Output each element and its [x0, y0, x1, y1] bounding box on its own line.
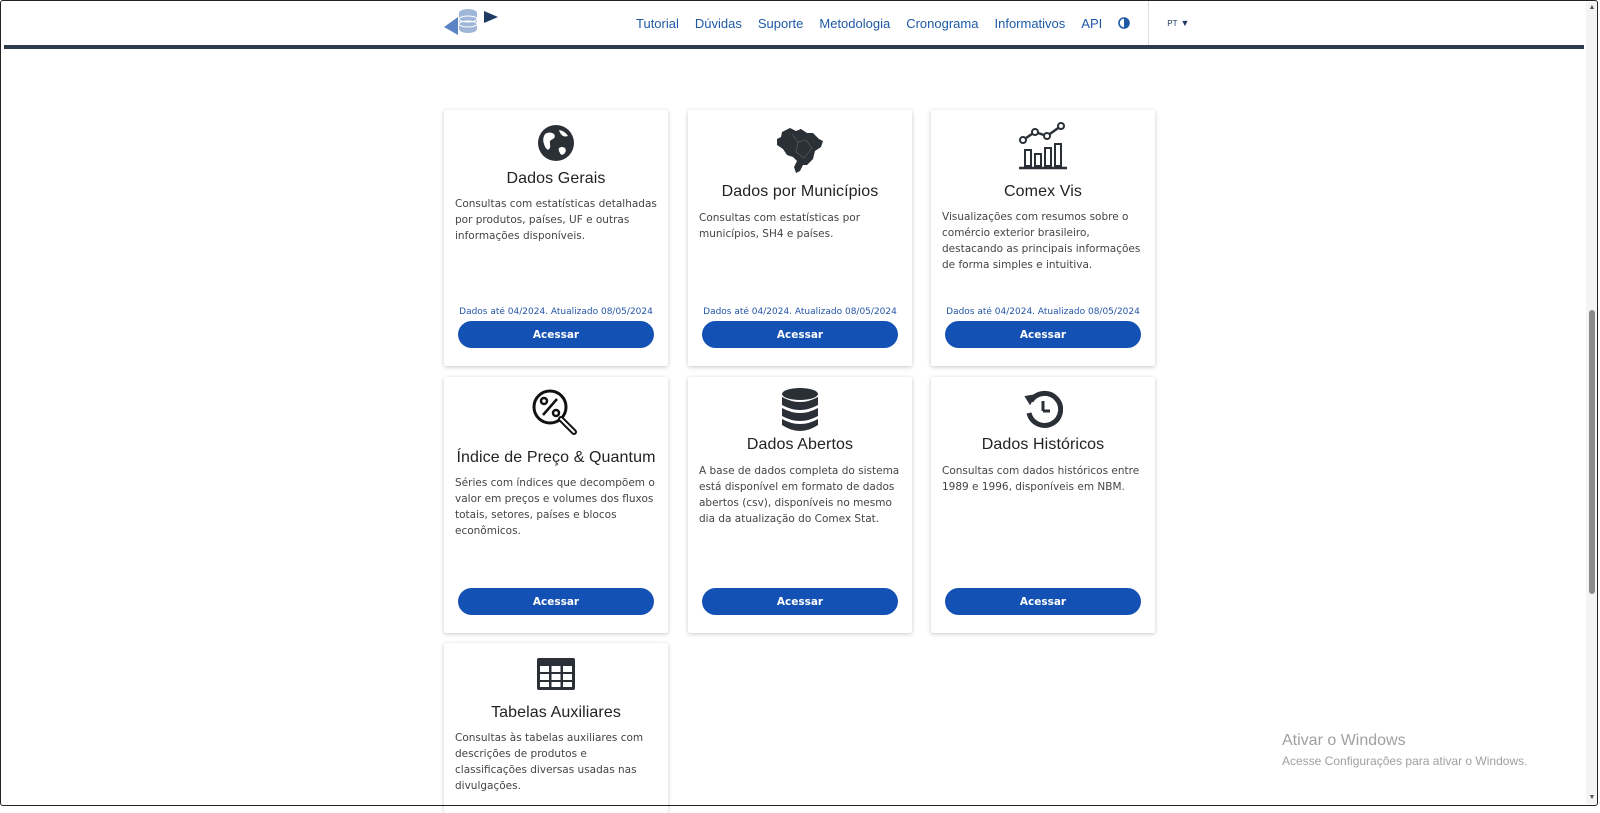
nav-divider: [1148, 1, 1150, 45]
card-dados-por-municipios: Dados por Municípios Consultas com estat…: [688, 110, 912, 366]
card-title: Dados Históricos: [981, 436, 1105, 453]
scroll-up-arrow-icon[interactable]: ▲: [1586, 2, 1598, 14]
acessar-button[interactable]: Acessar: [702, 321, 898, 348]
table-icon: [444, 657, 668, 691]
database-icon: [688, 387, 912, 433]
card-dados-gerais: Dados Gerais Consultas com estatísticas …: [444, 110, 668, 366]
chevron-down-icon: ▼: [1180, 18, 1190, 28]
watermark-subtitle: Acesse Configurações para ativar o Windo…: [1282, 754, 1528, 768]
chart-icon: [931, 120, 1155, 172]
card-dados-historicos: Dados Históricos Consultas com dados his…: [931, 377, 1155, 633]
acessar-button[interactable]: Acessar: [458, 588, 654, 615]
brazil-map-icon: [688, 120, 912, 176]
card-title: Comex Vis: [1004, 183, 1082, 200]
card-title: Índice de Preço & Quantum: [456, 449, 656, 466]
nav-link-duvidas[interactable]: Dúvidas: [695, 16, 742, 31]
card-description: Consultas com dados históricos entre 198…: [942, 465, 1140, 493]
site-logo-icon[interactable]: [444, 7, 500, 39]
card-dados-abertos: Dados Abertos A base de dados completa d…: [688, 377, 912, 633]
nav-link-metodologia[interactable]: Metodologia: [819, 16, 890, 31]
card-title: Dados por Municípios: [721, 183, 879, 200]
card-description: Consultas com estatísticas por município…: [699, 212, 861, 240]
card-title: Tabelas Auxiliares: [491, 704, 621, 721]
language-dropdown[interactable]: PT ▼: [1167, 18, 1189, 28]
card-comex-vis: Comex Vis Visualizações com resumos sobr…: [931, 110, 1155, 366]
globe-icon: [444, 124, 668, 162]
nav-link-informativos[interactable]: Informativos: [994, 16, 1065, 31]
nav-links: Tutorial Dúvidas Suporte Metodologia Cro…: [636, 1, 1189, 45]
nav-link-cronograma[interactable]: Cronograma: [906, 16, 978, 31]
update-status: Dados até 04/2024. Atualizado 08/05/2024: [459, 307, 653, 317]
acessar-button[interactable]: Acessar: [945, 321, 1141, 348]
history-icon: [931, 389, 1155, 429]
update-status: Dados até 04/2024. Atualizado 08/05/2024: [703, 307, 897, 317]
acessar-button[interactable]: Acessar: [458, 321, 654, 348]
nav-link-api[interactable]: API: [1081, 16, 1102, 31]
card-description: Séries com índices que decompõem o valor…: [455, 477, 655, 537]
acessar-button[interactable]: Acessar: [702, 588, 898, 615]
contrast-icon[interactable]: [1118, 17, 1131, 29]
windows-activation-watermark: Ativar o Windows Acesse Configurações pa…: [1282, 732, 1527, 768]
top-navbar: Tutorial Dúvidas Suporte Metodologia Cro…: [4, 1, 1584, 49]
nav-link-tutorial[interactable]: Tutorial: [636, 16, 679, 31]
card-description: Consultas às tabelas auxiliares com desc…: [455, 732, 644, 792]
card-title: Dados Gerais: [506, 170, 606, 187]
scroll-down-arrow-icon[interactable]: ▼: [1586, 792, 1598, 804]
watermark-title: Ativar o Windows: [1282, 732, 1406, 749]
acessar-button[interactable]: Acessar: [945, 588, 1141, 615]
vertical-scrollbar[interactable]: ▲ ▼: [1586, 2, 1598, 804]
card-tabelas-auxiliares: Tabelas Auxiliares Consultas às tabelas …: [444, 643, 668, 813]
card-indice-preco-quantum: Índice de Preço & Quantum Séries com índ…: [444, 377, 668, 633]
card-description: Consultas com estatísticas detalhadas po…: [455, 198, 657, 242]
scrollbar-thumb[interactable]: [1589, 310, 1595, 594]
card-description: A base de dados completa do sistema está…: [699, 465, 900, 525]
language-label: PT: [1167, 18, 1178, 28]
update-status: Dados até 04/2024. Atualizado 08/05/2024: [946, 307, 1140, 317]
card-description: Visualizações com resumos sobre o comérc…: [942, 211, 1141, 271]
percent-search-icon: [444, 387, 668, 439]
card-title: Dados Abertos: [746, 436, 854, 453]
nav-link-suporte[interactable]: Suporte: [758, 16, 804, 31]
